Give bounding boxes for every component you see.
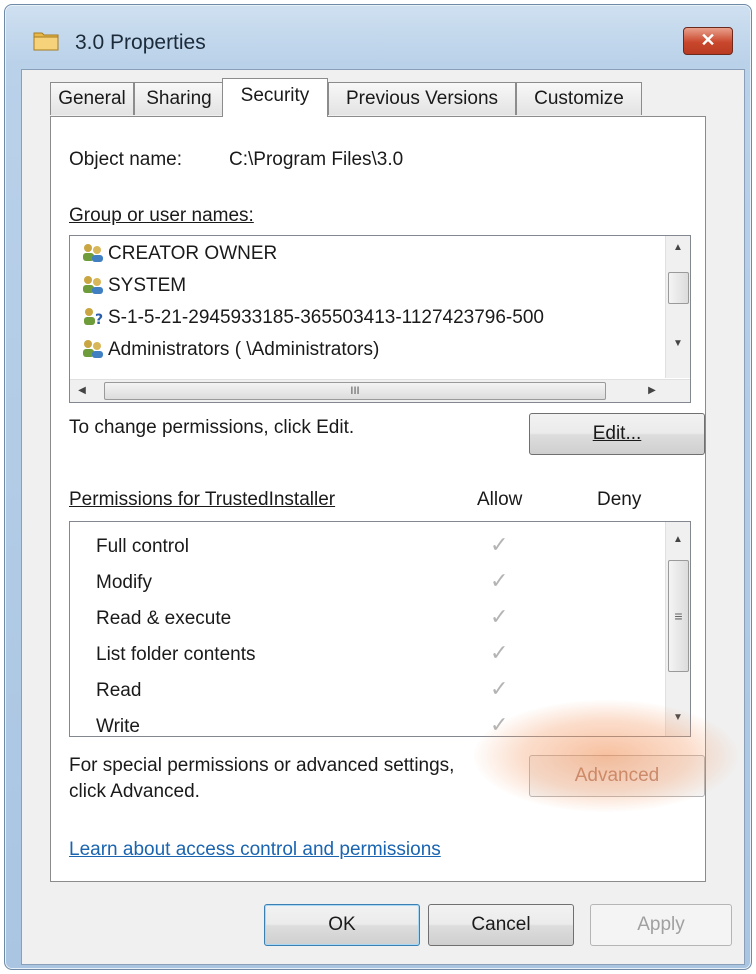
scroll-thumb[interactable] — [668, 272, 689, 304]
special-permissions-text-2: click Advanced. — [69, 781, 200, 802]
special-permissions-text: For special permissions or advanced sett… — [69, 755, 455, 776]
allow-check-icon: ✓ — [490, 604, 509, 629]
learn-access-control-link[interactable]: Learn about access control and permissio… — [69, 839, 441, 861]
edit-label: Edit... — [592, 423, 642, 444]
permissions-list[interactable]: Full control Modify Read & execute List … — [69, 521, 691, 737]
permissions-vertical-scrollbar[interactable]: ▲ ≡ ▼ — [665, 522, 690, 736]
svg-text:?: ? — [95, 312, 103, 326]
tab-security[interactable]: Security — [222, 78, 328, 117]
user-group-icon — [83, 340, 103, 358]
allow-check-icon: ✓ — [490, 712, 509, 737]
allow-check-icon: ✓ — [490, 640, 509, 665]
object-name-value: C:\Program Files\3.0 — [229, 149, 404, 170]
scroll-thumb[interactable]: III — [104, 382, 606, 400]
allow-check-icon: ✓ — [490, 532, 509, 557]
list-item[interactable]: ? S-1-5-21-2945933185-365503413-112742379… — [80, 306, 544, 329]
advanced-label: Advanced — [574, 765, 660, 786]
close-button[interactable]: ✕ — [683, 27, 733, 55]
group-user-list[interactable]: CREATOR OWNER SYSTEM ? S-1-5-21-294593318… — [69, 235, 691, 403]
deny-header: Deny — [597, 489, 642, 510]
permission-row: Modify — [96, 572, 152, 593]
unknown-user-icon: ? — [84, 308, 103, 326]
scroll-up-icon[interactable]: ▲ — [666, 528, 690, 552]
allow-check-icon: ✓ — [490, 568, 509, 593]
group-users-label: Group or user names: — [69, 205, 254, 226]
scroll-right-icon[interactable]: ▶ — [640, 379, 664, 402]
user-name: Administrators ( \Administrators) — [108, 339, 380, 360]
permission-row: Write — [96, 716, 140, 737]
permissions-label: Permissions for TrustedInstaller — [69, 489, 336, 510]
cancel-button[interactable]: Cancel — [428, 904, 574, 946]
change-permissions-text: To change permissions, click Edit. — [69, 417, 355, 438]
list-item[interactable]: Administrators ( \Administrators) — [80, 338, 379, 361]
advanced-button[interactable]: Advanced — [529, 755, 705, 797]
scroll-up-icon[interactable]: ▲ — [666, 236, 690, 260]
apply-button[interactable]: Apply — [590, 904, 732, 946]
tab-general[interactable]: General — [50, 82, 134, 115]
allow-check-icon: ✓ — [490, 676, 509, 701]
tab-customize[interactable]: Customize — [516, 82, 642, 115]
security-panel: Object name: C:\Program Files\3.0 Group … — [50, 116, 706, 882]
object-name-label: Object name: — [69, 149, 182, 170]
user-list-horizontal-scrollbar[interactable]: ◀ III ▶ — [70, 379, 690, 402]
folder-icon — [33, 32, 59, 51]
scroll-thumb[interactable]: ≡ — [668, 560, 689, 672]
title-bar[interactable]: 3.0 Properties ✕ — [5, 5, 751, 67]
list-item[interactable]: CREATOR OWNER — [80, 242, 277, 265]
window-title: 3.0 Properties — [75, 31, 206, 54]
permission-row: List folder contents — [96, 644, 256, 665]
user-name: S-1-5-21-2945933185-365503413-1127423796… — [108, 307, 544, 328]
allow-header: Allow — [477, 489, 523, 510]
ok-button[interactable]: OK — [264, 904, 420, 946]
scroll-left-icon[interactable]: ◀ — [70, 379, 94, 402]
user-name: SYSTEM — [108, 275, 187, 296]
user-group-icon — [83, 276, 103, 294]
list-item[interactable]: SYSTEM — [80, 274, 186, 297]
user-group-icon — [83, 244, 103, 262]
permission-row: Full control — [96, 536, 189, 557]
scroll-down-icon[interactable]: ▼ — [666, 332, 690, 356]
user-name: CREATOR OWNER — [108, 243, 278, 264]
tab-sharing[interactable]: Sharing — [134, 82, 224, 115]
user-list-vertical-scrollbar[interactable]: ▲ ▼ — [665, 236, 690, 378]
edit-button[interactable]: Edit... — [529, 413, 705, 455]
tab-previous-versions[interactable]: Previous Versions — [328, 82, 516, 115]
permission-row: Read — [96, 680, 142, 701]
permission-row: Read & execute — [96, 608, 232, 629]
scroll-down-icon[interactable]: ▼ — [666, 706, 690, 730]
